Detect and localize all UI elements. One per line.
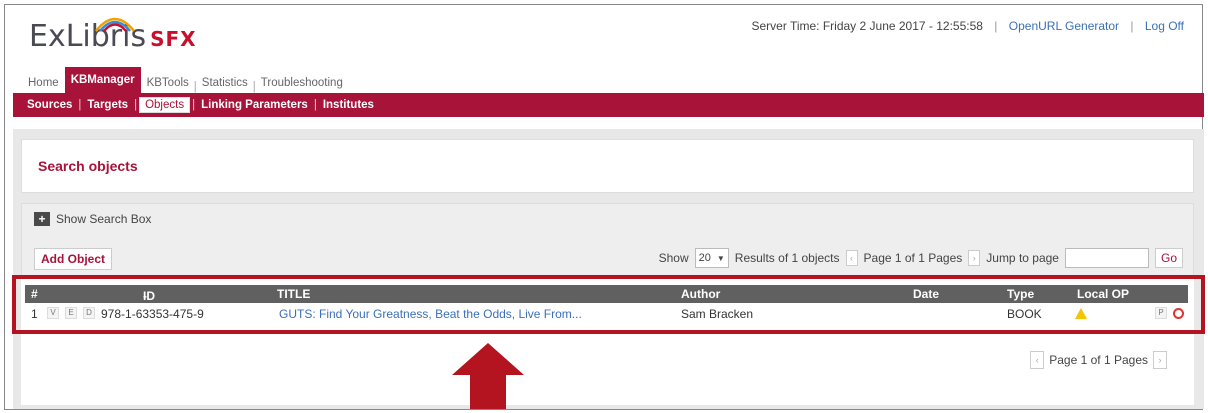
page-indicator-bottom: Page 1 of 1 Pages: [1049, 353, 1148, 367]
results-toolbar: + Show Search Box Add Object Show 20 ▼ R…: [21, 203, 1194, 277]
go-button[interactable]: Go: [1154, 248, 1183, 268]
nav-kbmanager[interactable]: KBManager: [63, 66, 142, 93]
openurl-generator-link[interactable]: OpenURL Generator: [1009, 19, 1119, 33]
nav-home[interactable]: Home: [23, 73, 64, 93]
logo-sfx-text: SFX: [150, 27, 197, 51]
show-label: Show: [658, 251, 689, 265]
logo-rainbow-arc: [95, 17, 135, 32]
chevron-down-icon: ▼: [716, 253, 725, 263]
sub-nav: Sources | Targets | Objects | Linking Pa…: [13, 93, 1204, 117]
page-indicator: Page 1 of 1 Pages: [863, 251, 963, 265]
subnav-institutes[interactable]: Institutes: [319, 99, 378, 111]
bottom-pager: ‹ Page 1 of 1 Pages ›: [1025, 351, 1172, 369]
results-count: Results of 1 objects: [734, 251, 840, 265]
subnav-targets[interactable]: Targets: [83, 99, 132, 111]
next-page-button-bottom[interactable]: ›: [1153, 351, 1167, 369]
nav-kbtools[interactable]: KBTools: [142, 73, 194, 93]
nav-statistics[interactable]: Statistics: [197, 73, 253, 93]
top-right-info: Server Time: Friday 2 June 2017 - 12:55:…: [751, 19, 1184, 33]
row-highlight-box: [12, 275, 1205, 334]
subnav-objects[interactable]: Objects: [139, 97, 191, 113]
show-search-box-label: Show Search Box: [56, 212, 152, 226]
prev-page-button-bottom[interactable]: ‹: [1030, 351, 1045, 369]
plus-icon: +: [34, 212, 50, 226]
prev-page-button[interactable]: ‹: [845, 250, 858, 266]
page-size-value: 20: [698, 252, 711, 264]
log-off-link[interactable]: Log Off: [1145, 19, 1184, 33]
jump-to-page-label: Jump to page: [986, 251, 1059, 265]
page-title: Search objects: [38, 158, 138, 174]
subnav-linking-parameters[interactable]: Linking Parameters: [197, 99, 312, 111]
jump-to-page-input[interactable]: [1064, 248, 1149, 268]
search-title-panel: Search objects: [21, 139, 1194, 193]
top-pager: Show 20 ▼ Results of 1 objects ‹ Page 1 …: [659, 248, 1183, 268]
exlibris-logo: ExLibris SFX: [29, 17, 197, 55]
up-arrow-annotation-icon: [452, 343, 524, 409]
add-object-button[interactable]: Add Object: [34, 248, 113, 270]
page-size-select[interactable]: 20 ▼: [694, 248, 729, 268]
show-search-box-toggle[interactable]: + Show Search Box: [34, 212, 151, 226]
sfx-window: ExLibris SFX Server Time: Friday 2 June 2…: [4, 4, 1204, 410]
main-nav: Home KBManager KBTools | Statistics | Tr…: [23, 66, 348, 93]
subnav-sources[interactable]: Sources: [23, 99, 76, 111]
next-page-button[interactable]: ›: [968, 250, 981, 266]
nav-troubleshooting[interactable]: Troubleshooting: [256, 73, 348, 93]
server-time: Server Time: Friday 2 June 2017 - 12:55:…: [751, 19, 983, 33]
